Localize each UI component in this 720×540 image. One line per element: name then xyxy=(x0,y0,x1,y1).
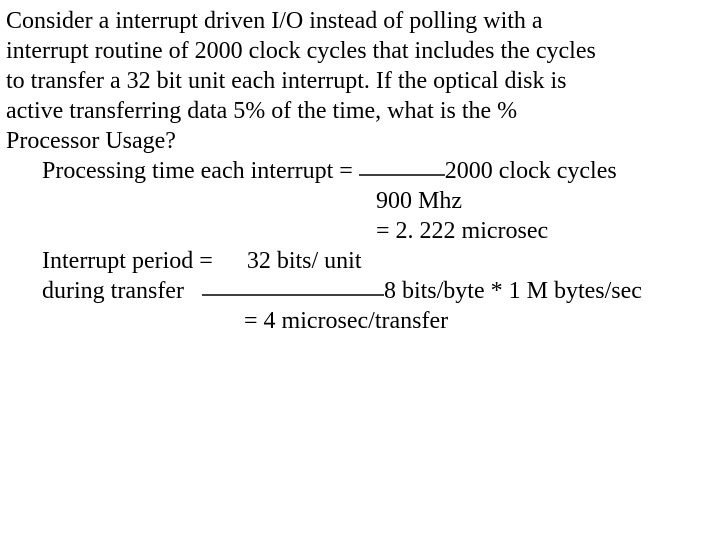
int-period-label2: during transfer xyxy=(42,278,184,304)
proc-time-denominator: 900 Mhz xyxy=(6,186,712,216)
problem-line-1: Consider a interrupt driven I/O instead … xyxy=(6,6,712,36)
proc-time-result: = 2. 222 microsec xyxy=(6,216,712,246)
int-period-denominator: 8 bits/byte * 1 M bytes/sec xyxy=(384,278,642,304)
proc-time-numerator: 2000 clock cycles xyxy=(445,158,617,184)
calc-int-period-row1: Interrupt period = 32 bits/ unit xyxy=(6,246,712,276)
problem-line-3: to transfer a 32 bit unit each interrupt… xyxy=(6,66,712,96)
calc-proc-time: Processing time each interrupt = 2000 cl… xyxy=(6,156,712,186)
calc-int-period-row2: during transfer 8 bits/byte * 1 M bytes/s… xyxy=(6,276,712,306)
int-period-numerator: 32 bits/ unit xyxy=(247,248,362,274)
slide-body: Consider a interrupt driven I/O instead … xyxy=(0,0,720,336)
proc-time-label: Processing time each interrupt = xyxy=(42,158,359,184)
int-period-result: = 4 microsec/transfer xyxy=(6,306,712,336)
int-period-label: Interrupt period = xyxy=(42,248,219,274)
problem-line-2: interrupt routine of 2000 clock cycles t… xyxy=(6,36,712,66)
problem-line-4: active transferring data 5% of the time,… xyxy=(6,96,712,126)
problem-line-5: Processor Usage? xyxy=(6,126,712,156)
